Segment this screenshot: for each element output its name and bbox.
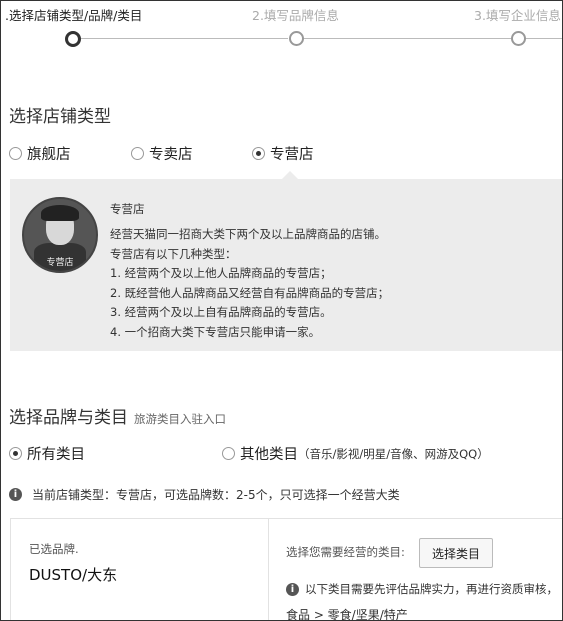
selected-brand-label: 已选品牌. bbox=[29, 542, 79, 556]
info-icon: i bbox=[9, 488, 22, 501]
store-type-title: 选择店铺类型 bbox=[9, 107, 111, 127]
info-line: 1. 经营两个及以上他人品牌商品的专营店； bbox=[110, 266, 332, 280]
radio-all-categories[interactable]: 所有类目 bbox=[9, 443, 85, 464]
store-type-info-panel: 专营店 专营店 经营天猫同一招商大类下两个及以上品牌商品的店铺。 专营店有以下几… bbox=[10, 179, 562, 351]
radio-label: 其他类目 bbox=[240, 447, 298, 463]
store-type-note: i 当前店铺类型：专营店，可选品牌数：2-5个，只可选择一个经营大类 bbox=[9, 486, 400, 503]
step-3-label: 3.填写企业信息 bbox=[474, 8, 561, 23]
select-category-button[interactable]: 选择类目 bbox=[419, 538, 493, 568]
category-warning: i 以下类目需要先评估品牌实力，再进行资质审核， bbox=[286, 581, 558, 597]
info-line: 4. 一个招商大类下专营店只能申请一家。 bbox=[110, 324, 321, 339]
info-title: 专营店 bbox=[110, 202, 145, 216]
selected-brand-name: DUSTO/大东 bbox=[29, 566, 118, 584]
box-divider bbox=[268, 519, 269, 620]
info-icon: i bbox=[286, 582, 299, 596]
radio-label: 所有类目 bbox=[27, 447, 85, 463]
step-1-label: .选择店铺类型/品牌/类目 bbox=[5, 8, 143, 23]
step-connector-3 bbox=[525, 38, 562, 39]
radio-label: 专卖店 bbox=[149, 147, 193, 163]
radio-flagship-store[interactable]: 旗舰店 bbox=[9, 143, 71, 164]
brand-category-title-text: 选择品牌与类目 bbox=[9, 408, 128, 428]
radio-circle[interactable] bbox=[222, 447, 235, 460]
store-type-avatar: 专营店 bbox=[22, 197, 98, 273]
radio-circle[interactable] bbox=[9, 147, 22, 160]
travel-category-link[interactable]: 旅游类目入驻入口 bbox=[134, 412, 226, 426]
page-frame: .选择店铺类型/品牌/类目 2.填写品牌信息 3.填写企业信息 选择店铺类型 旗… bbox=[0, 0, 563, 621]
radio-circle-selected[interactable] bbox=[9, 447, 22, 460]
radio-franchise-store[interactable]: 专营店 bbox=[252, 143, 314, 164]
radio-label: 专营店 bbox=[270, 147, 314, 163]
avatar-hair bbox=[41, 205, 79, 221]
warning-text: 以下类目需要先评估品牌实力，再进行资质审核， bbox=[305, 582, 558, 596]
category-prompt: 选择您需要经营的类目: bbox=[286, 545, 405, 559]
radio-other-categories[interactable]: 其他类目 （音乐/影视/明星/音像、网游及QQ） bbox=[222, 443, 489, 464]
step-1-dot bbox=[65, 31, 81, 47]
step-3-dot bbox=[511, 31, 526, 46]
step-connector-1 bbox=[80, 38, 288, 39]
step-2-label: 2.填写品牌信息 bbox=[252, 8, 339, 23]
radio-label: 旗舰店 bbox=[27, 147, 71, 163]
info-line: 2. 既经营他人品牌商品又经营自有品牌商品的专营店； bbox=[110, 285, 390, 300]
radio-circle-selected[interactable] bbox=[252, 147, 265, 160]
step-connector-2 bbox=[303, 38, 511, 39]
info-description: 经营天猫同一招商大类下两个及以上品牌商品的店铺。 专营店有以下几种类型： 1. … bbox=[110, 225, 389, 342]
brand-category-title: 选择品牌与类目 旅游类目入驻入口 bbox=[9, 403, 226, 428]
radio-specialty-store[interactable]: 专卖店 bbox=[131, 143, 193, 164]
info-line: 3. 经营两个及以上自有品牌商品的专营店。 bbox=[110, 305, 332, 319]
info-line: 经营天猫同一招商大类下两个及以上品牌商品的店铺。 bbox=[110, 227, 386, 241]
avatar-label: 专营店 bbox=[46, 258, 74, 268]
progress-steps: .选择店铺类型/品牌/类目 2.填写品牌信息 3.填写企业信息 bbox=[1, 1, 562, 51]
radio-circle[interactable] bbox=[131, 147, 144, 160]
brand-category-box: 已选品牌. DUSTO/大东 选择您需要经营的类目: 选择类目 i 以下类目需要… bbox=[10, 518, 562, 620]
info-line: 专营店有以下几种类型： bbox=[110, 246, 237, 261]
radio-detail: （音乐/影视/明星/音像、网游及QQ） bbox=[298, 446, 489, 461]
category-path[interactable]: 食品 > 零食/坚果/特产 bbox=[286, 606, 408, 620]
step-2-dot bbox=[289, 31, 304, 46]
note-text: 当前店铺类型：专营店，可选品牌数：2-5个，只可选择一个经营大类 bbox=[32, 488, 400, 502]
